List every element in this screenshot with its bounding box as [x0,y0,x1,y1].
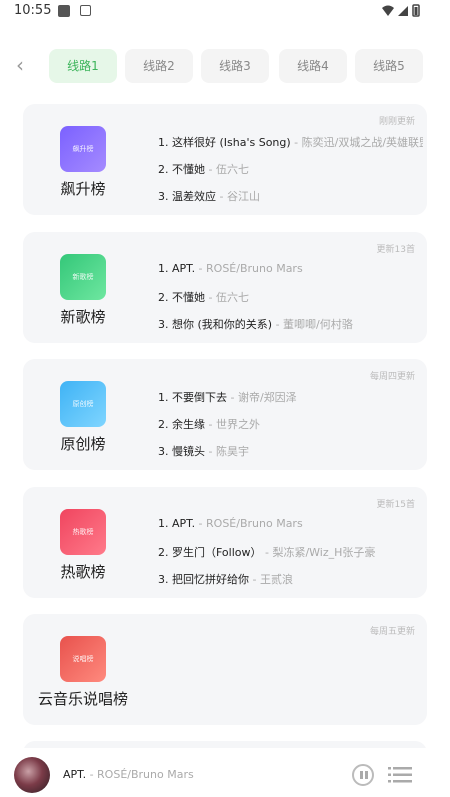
playlist-icon[interactable] [388,766,412,784]
song-artist: - 伍六七 [205,291,249,304]
song-artist: - 谷江山 [216,190,260,203]
chart-card-original[interactable]: 原创榜 原创榜 每周四更新 1. 不要倒下去 - 谢帝/郑因泽 2. 余生缘 -… [23,359,427,470]
song-title: 3. 想你 (我和你的关系) [158,318,273,331]
song-artist: - 董唧唧/何村骆 [272,318,353,331]
chart-title: 云音乐说唱榜 [37,690,128,708]
update-note: 刚刚更新 [378,117,415,127]
song-title: 1. 这样很好 (Isha's Song) [158,136,291,149]
song-item[interactable]: 1. 不要倒下去 - 谢帝/郑因泽 [158,389,423,405]
chart-title: 热歌榜 [60,563,106,581]
song-title: 2. 罗生门（Follow） [158,546,262,559]
song-title: 1. APT. [158,262,196,275]
update-note: 每周五更新 [369,627,415,637]
song-title: 3. 温差效应 [158,190,216,203]
signal-icon [398,6,408,16]
now-playing-title: APT. [63,768,87,781]
song-item[interactable]: 3. 把回忆拼好给你 - 王贰浪 [158,571,423,587]
chart-card-new-songs[interactable]: 新歌榜 新歌榜 更新13首 1. APT. - ROSÉ/Bruno Mars … [23,232,427,343]
route-tabs: ‹ 线路1 线路2 线路3 线路4 线路5 [0,46,450,86]
chart-cover: 原创榜 [60,381,106,427]
back-chevron-icon[interactable]: ‹ [10,54,30,78]
chart-title: 飙升榜 [60,180,106,198]
status-bar: 10:55 [0,0,450,24]
song-artist: - 世界之外 [205,418,260,431]
song-artist: - ROSÉ/Bruno Mars [195,262,303,275]
song-title: 1. APT. [158,517,196,530]
tab-route-5[interactable]: 线路5 [355,49,423,83]
song-item[interactable]: 2. 余生缘 - 世界之外 [158,416,423,432]
song-item[interactable]: 3. 慢镜头 - 陈昊宇 [158,443,423,459]
song-title: 3. 慢镜头 [158,445,205,458]
song-artist: - 陈奕迅/双城之战/英雄联盟 [290,136,423,149]
song-title: 1. 不要倒下去 [158,391,227,404]
song-artist: - 王贰浪 [249,573,293,586]
app-notification-icon [80,5,91,16]
notification-icon [58,5,70,17]
chart-title: 原创榜 [60,435,106,453]
tab-route-1[interactable]: 线路1 [49,49,117,83]
system-status-icons [382,4,420,17]
song-artist: - 陈昊宇 [205,445,249,458]
mini-player[interactable]: APT. - ROSÉ/Bruno Mars [0,748,450,797]
pause-icon[interactable] [352,764,374,786]
song-title: 2. 不懂她 [158,163,205,176]
chart-title: 新歌榜 [60,308,106,326]
song-item[interactable]: 2. 不懂她 - 伍六七 [158,161,423,177]
update-note: 更新13首 [376,245,415,255]
song-item[interactable]: 3. 想你 (我和你的关系) - 董唧唧/何村骆 [158,316,423,332]
chart-card-soaring[interactable]: 飙升榜 飙升榜 刚刚更新 1. 这样很好 (Isha's Song) - 陈奕迅… [23,104,427,215]
chart-cover: 说唱榜 [60,636,106,682]
song-artist: - 谢帝/郑因泽 [227,391,297,404]
tab-route-4[interactable]: 线路4 [279,49,347,83]
update-note: 每周四更新 [369,372,415,382]
song-title: 2. 余生缘 [158,418,205,431]
chart-cover: 热歌榜 [60,509,106,555]
song-item[interactable]: 2. 罗生门（Follow） - 梨冻紧/Wiz_H张子豪 [158,544,423,560]
chart-cover: 新歌榜 [60,254,106,300]
tab-route-3[interactable]: 线路3 [201,49,269,83]
song-item[interactable]: 2. 不懂她 - 伍六七 [158,289,423,305]
chart-card-hot-songs[interactable]: 热歌榜 热歌榜 更新15首 1. APT. - ROSÉ/Bruno Mars … [23,487,427,598]
song-item[interactable]: 1. APT. - ROSÉ/Bruno Mars [158,517,423,530]
now-playing[interactable]: APT. - ROSÉ/Bruno Mars [63,768,194,781]
chart-cover: 飙升榜 [60,126,106,172]
song-title: 2. 不懂她 [158,291,205,304]
song-item[interactable]: 1. APT. - ROSÉ/Bruno Mars [158,262,423,275]
chart-card-rap[interactable]: 说唱榜 云音乐说唱榜 每周五更新 [23,614,427,725]
update-note: 更新15首 [376,500,415,510]
song-artist: - 梨冻紧/Wiz_H张子豪 [261,546,376,559]
album-art[interactable] [14,757,50,793]
song-artist: - ROSÉ/Bruno Mars [195,517,303,530]
song-item[interactable]: 1. 这样很好 (Isha's Song) - 陈奕迅/双城之战/英雄联盟 [158,134,423,150]
song-title: 3. 把回忆拼好给你 [158,573,249,586]
wifi-icon [382,5,394,16]
song-item[interactable]: 3. 温差效应 - 谷江山 [158,188,423,204]
song-artist: - 伍六七 [205,163,249,176]
status-time: 10:55 [14,3,52,18]
now-playing-artist: - ROSÉ/Bruno Mars [86,768,194,781]
tab-route-2[interactable]: 线路2 [125,49,193,83]
